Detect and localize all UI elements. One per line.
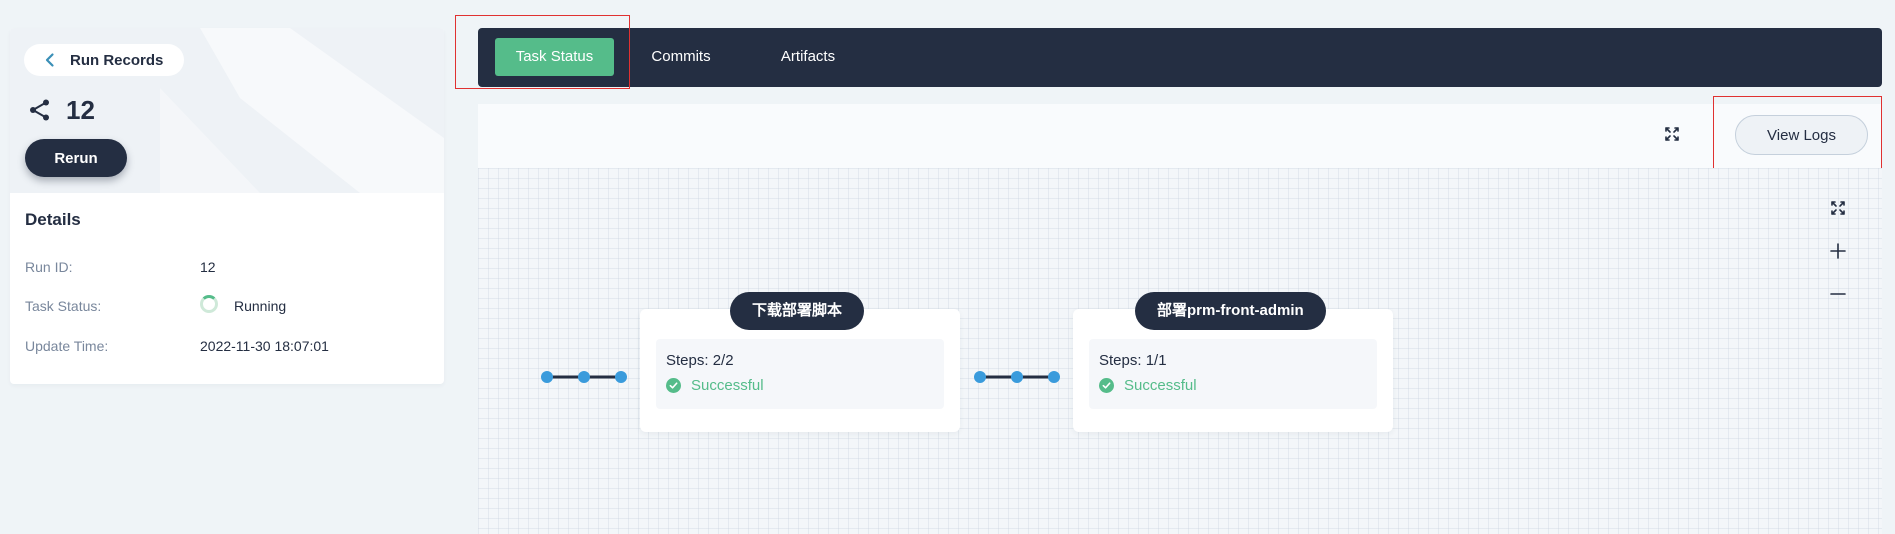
running-spinner-icon [200,295,218,313]
details-heading: Details [25,210,81,229]
stage-steps-count: Steps: 1/1 [1099,352,1167,369]
stage-status: Successful [1099,377,1197,394]
rerun-button[interactable]: Rerun [25,139,127,177]
chevron-left-icon [45,53,54,67]
check-circle-icon [666,378,681,393]
run-number: 12 [66,94,95,125]
stage-title[interactable]: 下载部署脚本 [730,292,865,330]
back-label: Run Records [70,51,164,69]
run-id-label: Run ID: [25,259,73,275]
stage-status: Successful [666,377,764,394]
pipeline-connector [541,371,627,383]
stage-steps-panel: Steps: 2/2 Successful [656,339,944,409]
tab-commits[interactable]: Commits [624,38,738,76]
back-to-run-records-button[interactable]: Run Records [24,44,184,76]
header-decoration [160,28,444,193]
task-status-value: Running [234,298,287,314]
stage-steps-panel: Steps: 1/1 Successful [1089,339,1377,409]
pipeline-icon [30,99,49,121]
stage-steps-count: Steps: 2/2 [666,352,734,369]
stage-status-text: Successful [1124,377,1197,394]
run-title: 12 [28,90,95,130]
task-status-label: Task Status: [25,298,102,314]
update-time-label: Update Time: [25,338,109,354]
tab-bar: Task Status Commits Artifacts [478,28,1882,87]
check-circle-icon [1099,378,1114,393]
update-time-value: 2022-11-30 18:07:01 [200,338,329,354]
fullscreen-icon[interactable] [1660,122,1684,146]
run-detail-panel: Run Records 12 Rerun Details Run ID: 12 … [10,28,444,384]
stage-status-text: Successful [691,377,764,394]
tab-task-status[interactable]: Task Status [495,38,614,76]
stage-title[interactable]: 部署prm-front-admin [1135,292,1326,330]
pipeline-connector [974,371,1060,383]
zoom-in-icon[interactable] [1826,239,1850,263]
zoom-out-icon[interactable] [1826,282,1850,306]
tab-artifacts[interactable]: Artifacts [758,38,858,76]
view-logs-button[interactable]: View Logs [1735,115,1868,155]
fit-view-icon[interactable] [1826,196,1850,220]
run-id-value: 12 [200,259,216,275]
